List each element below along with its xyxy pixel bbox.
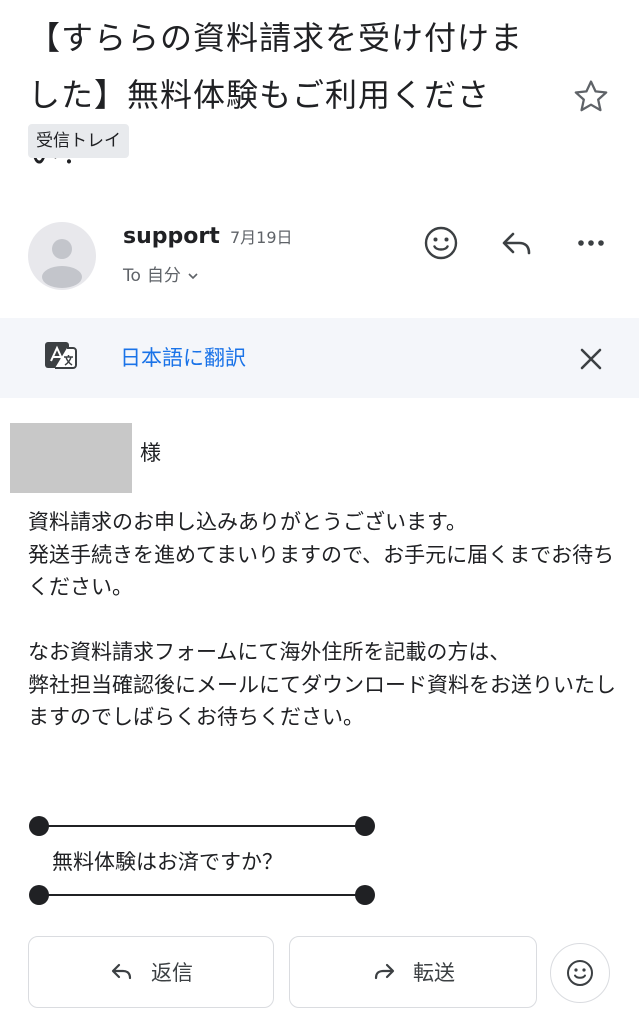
- forward-button[interactable]: 転送: [289, 936, 537, 1008]
- email-body: 資料請求のお申し込みありがとうございます。 発送手続きを進めてまいりますので、お…: [28, 510, 616, 729]
- more-icon[interactable]: [568, 220, 614, 266]
- email-date: 7月19日: [230, 228, 293, 247]
- reply-button[interactable]: 返信: [28, 936, 274, 1008]
- recipient-toggle[interactable]: To 自分: [123, 262, 199, 290]
- emoji-reaction-button[interactable]: [550, 943, 610, 1003]
- translate-bar: 日本語に翻訳: [0, 318, 639, 398]
- forward-icon: [374, 963, 395, 980]
- salutation-suffix: 様: [140, 441, 161, 465]
- to-value: 自分: [146, 266, 181, 286]
- redacted-recipient: [10, 423, 132, 493]
- emoji-icon[interactable]: [418, 220, 464, 266]
- avatar[interactable]: [28, 222, 96, 290]
- close-icon[interactable]: [578, 346, 604, 372]
- inbox-label[interactable]: 受信トレイ: [28, 124, 129, 158]
- translate-icon: [45, 342, 77, 369]
- chevron-down-icon: [188, 273, 198, 280]
- person-icon: [42, 239, 82, 288]
- reply-button-label: 返信: [151, 961, 193, 985]
- sender-name: support: [123, 224, 220, 249]
- divider-top: [29, 816, 375, 836]
- emoji-icon: [567, 960, 593, 986]
- to-prefix: To: [123, 266, 141, 286]
- forward-button-label: 転送: [413, 961, 455, 985]
- reply-icon: [111, 963, 132, 980]
- translate-link[interactable]: 日本語に翻訳: [120, 342, 246, 374]
- divider-bottom: [29, 885, 375, 905]
- reply-icon[interactable]: [494, 220, 540, 266]
- trial-question: 無料体験はお済ですか？: [52, 850, 283, 874]
- star-icon[interactable]: [570, 76, 612, 118]
